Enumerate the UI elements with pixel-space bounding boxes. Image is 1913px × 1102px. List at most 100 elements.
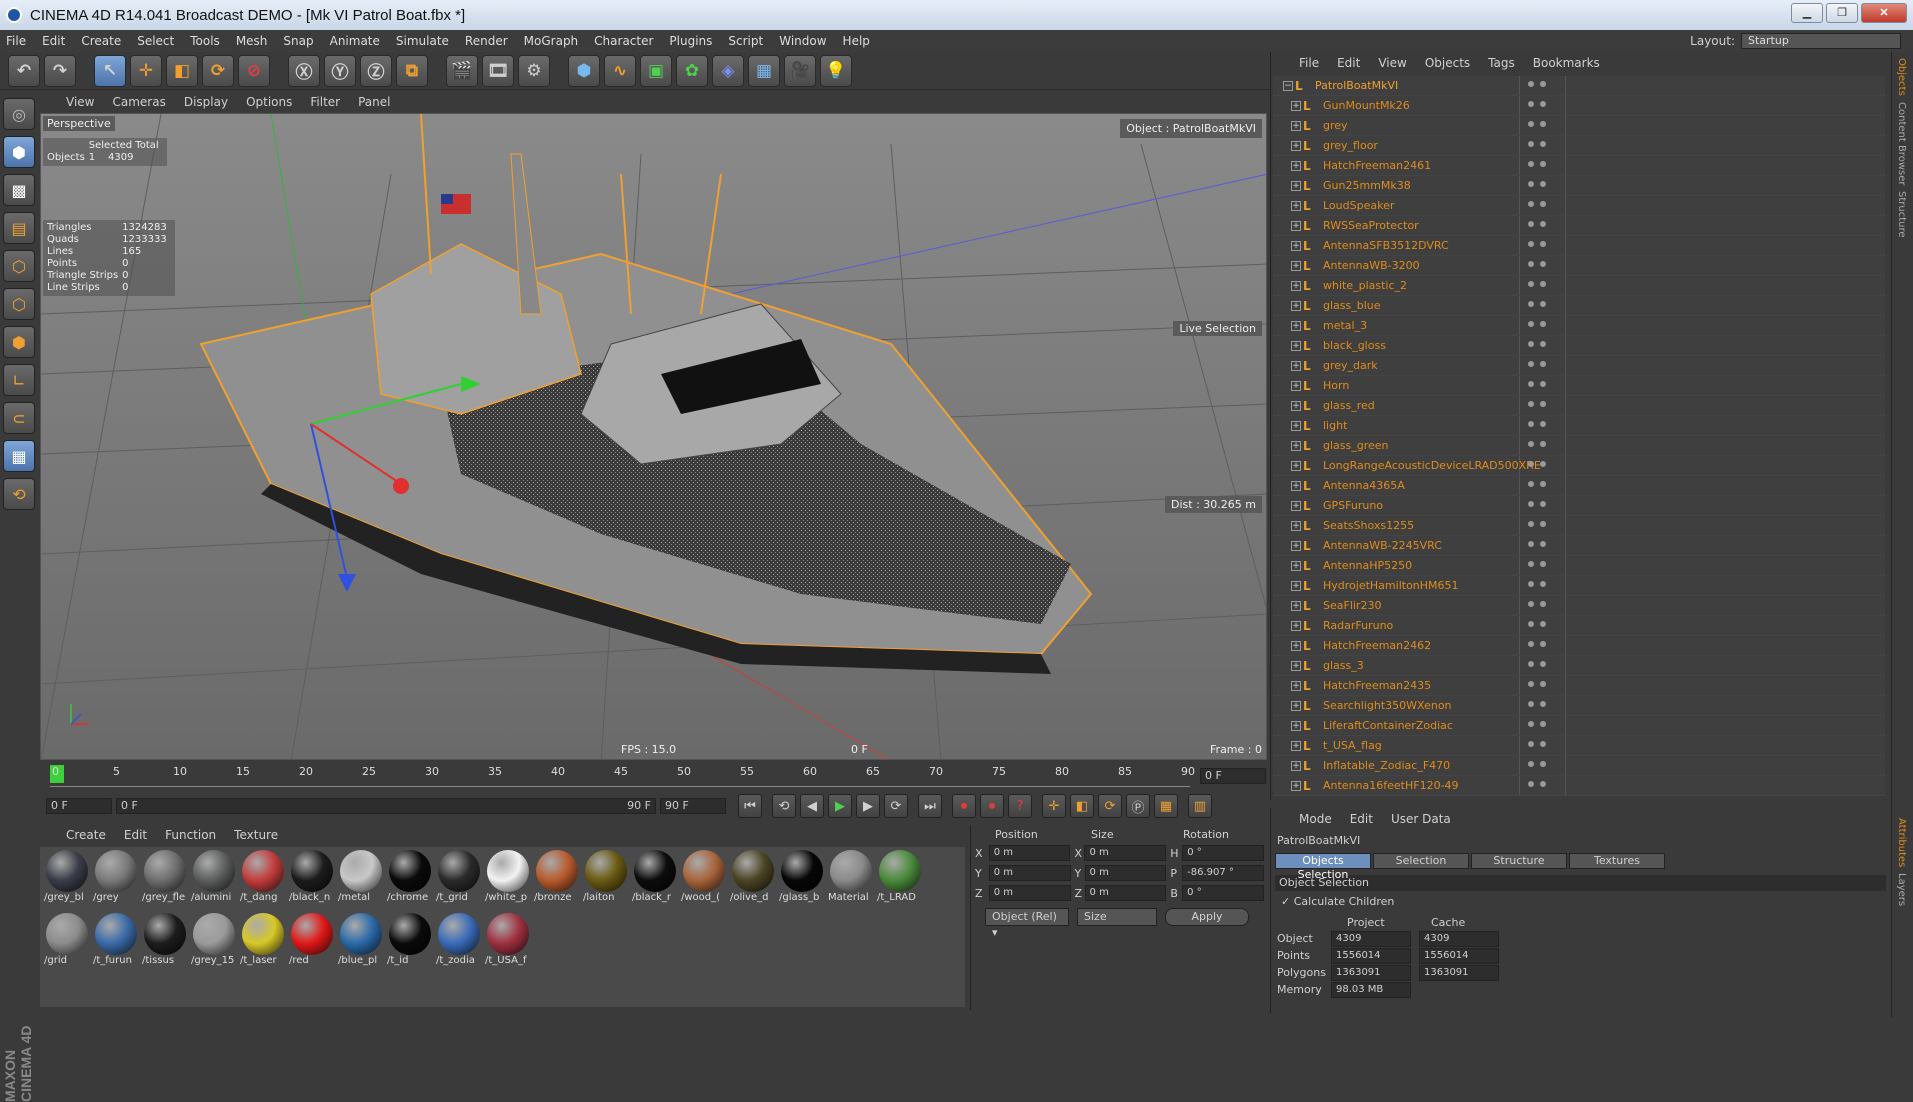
objects-menu-bookmarks[interactable]: Bookmarks (1533, 56, 1600, 70)
expand-icon[interactable]: + (1291, 140, 1301, 151)
side-tab-layers[interactable]: Layers (1896, 873, 1907, 906)
expand-icon[interactable]: + (1291, 760, 1301, 771)
scale-icon[interactable]: ◧ (166, 54, 198, 87)
autokeying-icon[interactable]: ⏺ (980, 794, 1004, 818)
visibility-toggle[interactable] (1528, 541, 1546, 547)
polygons-mode-icon[interactable]: ⬢ (3, 326, 35, 358)
object-row[interactable]: + L RadarFuruno (1273, 616, 1885, 636)
material-swatch[interactable]: /t_grid (436, 850, 481, 910)
visibility-toggle[interactable] (1528, 321, 1546, 327)
expand-icon[interactable]: + (1291, 220, 1301, 231)
pos-z-field[interactable]: 0 m (988, 885, 1071, 901)
record-parameter-icon[interactable]: Ⓟ (1126, 794, 1150, 818)
object-row[interactable]: + L GunMountMk26 (1273, 96, 1885, 116)
menu-window[interactable]: Window (779, 34, 826, 48)
menu-create[interactable]: Create (81, 34, 121, 48)
timeline[interactable]: 0 5 10 15 20 25 30 35 40 45 50 55 60 65 … (40, 763, 1268, 789)
expand-icon[interactable]: + (1291, 200, 1301, 211)
y-axis-icon[interactable]: Ⓨ (324, 54, 356, 87)
object-row[interactable]: + Lglass_blue (1273, 296, 1885, 316)
object-row[interactable]: + Lwhite_plastic_2 (1273, 276, 1885, 296)
tab-selection[interactable]: Selection (1373, 853, 1469, 869)
material-swatch[interactable]: /tissus (142, 913, 187, 973)
play-forward-icon[interactable]: ▶ (828, 794, 852, 818)
material-swatch[interactable]: /t_zodia (436, 913, 481, 973)
object-row[interactable]: + Lglass_green (1273, 436, 1885, 456)
object-row[interactable]: + L AntennaSFB3512DVRC (1273, 236, 1885, 256)
rot-h-field[interactable]: 0 ° (1182, 845, 1265, 861)
record-scale-icon[interactable]: ◧ (1070, 794, 1094, 818)
visibility-toggle[interactable] (1528, 521, 1546, 527)
tab-objects-selection[interactable]: Objects Selection (1275, 853, 1371, 881)
workplane-mode-icon[interactable]: ▤ (3, 212, 35, 244)
material-menu-function[interactable]: Function (165, 828, 216, 842)
expand-icon[interactable]: + (1291, 320, 1301, 331)
viewport-menu-view[interactable]: View (66, 95, 94, 109)
preview-range-slider[interactable]: 0 F 90 F (116, 798, 656, 814)
object-tree[interactable]: − L PatrolBoatMkVI + L GunMountMk26 + Lgrey + Lgr… (1273, 76, 1885, 796)
x-axis-icon[interactable]: Ⓧ (288, 54, 320, 87)
material-swatch[interactable]: /t_furun (93, 913, 138, 973)
menu-tools[interactable]: Tools (190, 34, 220, 48)
current-frame-field[interactable]: 0 F (1200, 768, 1266, 784)
object-row[interactable]: + L LiferaftContainerZodiac (1273, 716, 1885, 736)
expand-icon[interactable]: + (1291, 660, 1301, 671)
visibility-toggle[interactable] (1528, 781, 1546, 787)
object-row[interactable]: + L Inflatable_Zodiac_F470 (1273, 756, 1885, 776)
visibility-toggle[interactable] (1528, 341, 1546, 347)
material-swatch[interactable]: /grey (93, 850, 138, 910)
points-mode-icon[interactable]: ⬡ (3, 250, 35, 282)
objects-menu-tags[interactable]: Tags (1488, 56, 1515, 70)
menu-mograph[interactable]: MoGraph (524, 34, 579, 48)
expand-icon[interactable]: + (1291, 540, 1301, 551)
expand-icon[interactable]: + (1291, 300, 1301, 311)
side-tab-objects[interactable]: Objects (1896, 58, 1907, 96)
maximize-button[interactable]: ❐ (1826, 3, 1858, 23)
render-picture-viewer-icon[interactable]: 🎞 (482, 54, 514, 87)
expand-icon[interactable]: + (1291, 620, 1301, 631)
viewport-menu-options[interactable]: Options (246, 95, 292, 109)
material-swatch[interactable]: /metal (338, 850, 383, 910)
object-row[interactable]: + L Searchlight350WXenon (1273, 696, 1885, 716)
render-view-icon[interactable]: 🎬 (446, 54, 478, 87)
visibility-toggle[interactable] (1528, 221, 1546, 227)
material-swatch[interactable]: /alumini (191, 850, 236, 910)
expand-icon[interactable]: + (1291, 680, 1301, 691)
expand-icon[interactable]: + (1291, 520, 1301, 531)
expand-icon[interactable]: + (1291, 700, 1301, 711)
viewport-menu-panel[interactable]: Panel (358, 95, 390, 109)
pos-y-field[interactable]: 0 m (988, 865, 1071, 881)
menu-mesh[interactable]: Mesh (236, 34, 268, 48)
snap-icon[interactable]: ⊂ (3, 402, 35, 434)
visibility-toggle[interactable] (1528, 721, 1546, 727)
menu-render[interactable]: Render (465, 34, 508, 48)
object-row[interactable]: + L Antenna4365A (1273, 476, 1885, 496)
expand-icon[interactable]: + (1291, 780, 1301, 791)
apply-button[interactable]: Apply (1165, 908, 1249, 926)
collapse-icon[interactable]: − (1283, 80, 1293, 91)
timeline-ruler[interactable]: 0 5 10 15 20 25 30 35 40 45 50 55 60 65 … (50, 765, 1195, 787)
attr-menu-mode[interactable]: Mode (1299, 812, 1332, 826)
menu-animate[interactable]: Animate (330, 34, 380, 48)
expand-icon[interactable]: + (1291, 180, 1301, 191)
cube-icon[interactable]: ⬢ (568, 54, 600, 87)
material-swatch[interactable]: /black_r (632, 850, 677, 910)
object-row[interactable]: + Lt_USA_flag (1273, 736, 1885, 756)
coordinate-system-icon[interactable]: ⧉ (396, 54, 428, 87)
texture-mode-icon[interactable]: ▩ (3, 174, 35, 206)
visibility-toggle[interactable] (1528, 581, 1546, 587)
rot-b-field[interactable]: 0 ° (1182, 885, 1264, 901)
visibility-toggle[interactable] (1528, 461, 1546, 467)
visibility-toggle[interactable] (1528, 241, 1546, 247)
visibility-toggle[interactable] (1528, 101, 1546, 107)
expand-icon[interactable]: + (1291, 240, 1301, 251)
visibility-toggle[interactable] (1528, 81, 1546, 87)
material-menu-create[interactable]: Create (66, 828, 106, 842)
material-swatch[interactable]: /black_n (289, 850, 334, 910)
visibility-toggle[interactable] (1528, 561, 1546, 567)
side-tab-attributes[interactable]: Attributes (1896, 818, 1907, 867)
expand-icon[interactable]: + (1291, 260, 1301, 271)
visibility-toggle[interactable] (1528, 501, 1546, 507)
coordinate-mode-dropdown[interactable]: Object (Rel) ▾ (985, 908, 1069, 939)
object-row[interactable]: + Llight (1273, 416, 1885, 436)
